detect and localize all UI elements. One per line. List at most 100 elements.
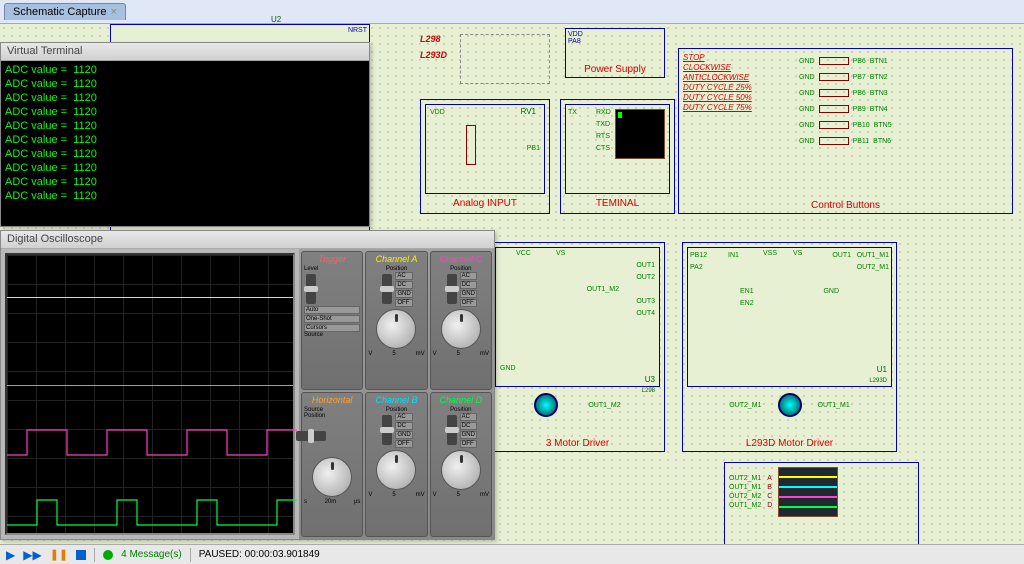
message-count[interactable]: 4 Message(s) — [121, 549, 182, 560]
chc-vdiv-knob[interactable] — [441, 309, 481, 349]
chc-ac[interactable]: AC — [460, 272, 477, 280]
btn-row-3[interactable]: GNDPB6BTN3 — [799, 85, 1008, 101]
oscilloscope-window[interactable]: Digital Oscilloscope Trigger Level — [0, 230, 495, 540]
ctrl-ccw: ANTICLOCKWISE — [683, 73, 793, 82]
chc-gnd[interactable]: GND — [460, 290, 477, 298]
close-icon[interactable]: × — [111, 6, 117, 18]
terminal-title: TEMINAL — [561, 198, 674, 209]
btn-row-2[interactable]: GNDPB7BTN2 — [799, 69, 1008, 85]
chc-title: Channel C — [433, 254, 489, 264]
cha-vdiv-knob[interactable] — [376, 309, 416, 349]
osc-ch-d: D — [767, 502, 772, 509]
l298-driver-block[interactable]: VCC VS OUT1 OUT2 OUT3 OUT4 OUT1_M2 GND U… — [490, 242, 665, 452]
oscnet-a: OUT2_M1 — [729, 475, 761, 482]
t-num: 20m — [325, 499, 337, 505]
l293d-out2m1-b: OUT2_M1 — [729, 402, 761, 409]
horizontal-section[interactable]: Horizontal Source Position s20mµs — [301, 392, 363, 538]
horiz-tdiv-knob[interactable] — [312, 457, 352, 497]
l293d-pa2: PA2 — [690, 264, 703, 271]
switch-icon[interactable] — [819, 73, 849, 81]
control-buttons-block[interactable]: STOP CLOCKWISE ANTICLOCKWISE DUTY CYCLE … — [678, 48, 1013, 214]
channel-b-section[interactable]: Channel B Position AC DC GND OFF V5mV — [365, 392, 427, 538]
cha-ac[interactable]: AC — [395, 272, 412, 280]
chb-dc[interactable]: DC — [395, 422, 412, 430]
ps-pa8: PA8 — [568, 38, 581, 45]
oscnet-d: OUT1_M2 — [729, 502, 761, 509]
step-button[interactable]: ▶▶ — [23, 548, 41, 562]
chd-gnd[interactable]: GND — [460, 431, 477, 439]
t-unit: µs — [354, 499, 360, 505]
switch-icon[interactable] — [819, 105, 849, 113]
chb-ac[interactable]: AC — [395, 413, 412, 421]
power-supply-block[interactable]: VDD PA8 Power Supply — [565, 28, 665, 78]
v-num: 5 — [457, 492, 460, 498]
level-slider[interactable] — [306, 274, 316, 304]
horiz-pos-slider[interactable] — [296, 431, 326, 441]
btn-row-4[interactable]: GNDPB9BTN4 — [799, 101, 1008, 117]
term-cts: CTS — [596, 145, 610, 152]
btn-row-1[interactable]: GNDPB6BTN1 — [799, 53, 1008, 69]
virtual-terminal-titlebar[interactable]: Virtual Terminal — [1, 43, 369, 61]
oscilloscope-icon — [778, 467, 838, 517]
trig-oneshot[interactable]: One-Shot — [304, 315, 360, 323]
chb-pos-slider[interactable] — [382, 415, 392, 445]
trace-ch-a — [7, 297, 293, 298]
switch-icon[interactable] — [819, 57, 849, 65]
l293d-ref: U1 — [877, 365, 887, 374]
relay-block[interactable] — [460, 34, 550, 84]
l298-ref: U3 — [645, 375, 655, 384]
chd-dc[interactable]: DC — [460, 422, 477, 430]
vt-line: ADC value = 1120 — [5, 189, 365, 203]
ctrl-d25: DUTY CYCLE 25% — [683, 83, 793, 92]
chd-pos-slider[interactable] — [447, 415, 457, 445]
button-rows: GNDPB6BTN1 GNDPB7BTN2 GNDPB6BTN3 GNDPB9B… — [799, 53, 1008, 149]
cha-off[interactable]: OFF — [395, 299, 412, 307]
term-tx: TX — [568, 109, 577, 116]
chd-off[interactable]: OFF — [460, 440, 477, 448]
chb-vdiv-knob[interactable] — [376, 450, 416, 490]
switch-icon[interactable] — [819, 121, 849, 129]
chb-off[interactable]: OFF — [395, 440, 412, 448]
chb-gnd[interactable]: GND — [395, 431, 412, 439]
pause-button[interactable]: ❚❚ — [50, 548, 68, 561]
l293d-driver-block[interactable]: PB12 PA2 IN1 VSS VS OUT1 OUT1_M1 OUT2_M1… — [682, 242, 897, 452]
chc-pos-slider[interactable] — [447, 274, 457, 304]
ctrl-d75: DUTY CYCLE 75% — [683, 103, 793, 112]
channel-d-section[interactable]: Channel D Position AC DC GND OFF V5mV — [430, 392, 492, 538]
potentiometer-icon[interactable] — [466, 125, 476, 165]
v-left: V — [368, 351, 372, 357]
oscilloscope-screen[interactable] — [5, 253, 295, 535]
source-label: Source — [304, 332, 360, 338]
analog-input-block[interactable]: RV1 VDD PB1 Analog INPUT — [420, 99, 550, 214]
motor-icon[interactable] — [534, 393, 558, 417]
oscilloscope-titlebar[interactable]: Digital Oscilloscope — [1, 231, 494, 249]
channel-a-section[interactable]: Channel A Position AC DC GND OFF V5mV — [365, 251, 427, 390]
switch-icon[interactable] — [819, 137, 849, 145]
virtual-terminal-window[interactable]: Virtual Terminal ADC value = 1120 ADC va… — [0, 42, 370, 227]
l298-out2: OUT2 — [636, 274, 655, 281]
ctrl-d50: DUTY CYCLE 50% — [683, 93, 793, 102]
cha-dc[interactable]: DC — [395, 281, 412, 289]
tab-schematic-capture[interactable]: Schematic Capture × — [4, 3, 126, 20]
chc-off[interactable]: OFF — [460, 299, 477, 307]
l298-out1: OUT1 — [636, 262, 655, 269]
trig-auto[interactable]: Auto — [304, 306, 360, 314]
cha-pos-slider[interactable] — [382, 274, 392, 304]
motor-icon[interactable] — [778, 393, 802, 417]
play-button[interactable]: ▶ — [6, 548, 15, 562]
chd-vdiv-knob[interactable] — [441, 450, 481, 490]
trigger-section[interactable]: Trigger Level Auto One-Shot Cursors Sour… — [301, 251, 363, 390]
channel-c-section[interactable]: Channel C Position AC DC GND OFF V5mV — [430, 251, 492, 390]
trig-cursors[interactable]: Cursors — [304, 324, 360, 332]
pos-label: Position — [304, 413, 360, 419]
stop-button[interactable] — [76, 550, 86, 560]
btn-row-6[interactable]: GNDPB11BTN6 — [799, 133, 1008, 149]
v-num: 5 — [392, 351, 395, 357]
switch-icon[interactable] — [819, 89, 849, 97]
chc-dc[interactable]: DC — [460, 281, 477, 289]
btn-row-5[interactable]: GNDPB10BTN5 — [799, 117, 1008, 133]
chd-ac[interactable]: AC — [460, 413, 477, 421]
cha-gnd[interactable]: GND — [395, 290, 412, 298]
osc-ch-b: B — [767, 484, 772, 491]
terminal-block[interactable]: TX RXD TXD RTS CTS TEMINAL — [560, 99, 675, 214]
